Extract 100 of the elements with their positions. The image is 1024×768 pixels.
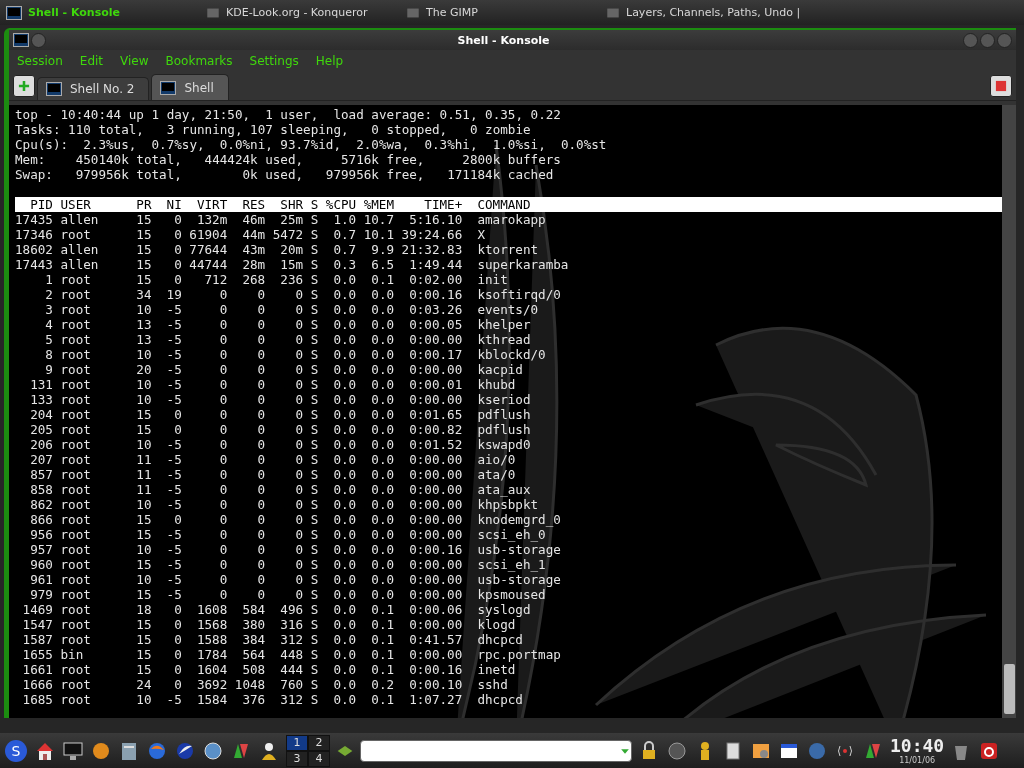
table-cell-text: 0.0 bbox=[370, 347, 395, 362]
table-cell-text: -5 bbox=[165, 362, 182, 377]
table-cell-text: 0 bbox=[173, 407, 182, 422]
table-cell-text: 1048 bbox=[233, 677, 266, 692]
table-cell-text: 1584 bbox=[195, 692, 228, 707]
table-cell-text: 0.0 bbox=[332, 632, 357, 647]
table-cell-text: 0 bbox=[294, 377, 304, 392]
table-cell-text: 204 bbox=[29, 407, 53, 422]
taskbar-task[interactable]: Layers, Channels, Paths, Undo | bbox=[606, 5, 806, 20]
table-cell-text: 957 bbox=[29, 542, 53, 557]
table-cell-text: 0.1 bbox=[370, 692, 395, 707]
desktop-button[interactable]: 2 bbox=[308, 734, 330, 751]
table-cell-text: 0.0 bbox=[370, 422, 395, 437]
table-cell-text: 0 bbox=[294, 482, 304, 497]
table-cell-text: 0.0 bbox=[370, 482, 395, 497]
new-tab-button[interactable] bbox=[13, 75, 35, 97]
table-cell-text: 0 bbox=[294, 422, 304, 437]
globe-icon[interactable] bbox=[202, 739, 224, 762]
table-cell: 15 bbox=[136, 227, 152, 242]
monitor-icon[interactable] bbox=[62, 739, 84, 762]
table-cell-text: -5 bbox=[165, 467, 182, 482]
command-field[interactable] bbox=[360, 739, 632, 762]
menu-item[interactable]: View bbox=[120, 54, 149, 68]
table-cell-text: S bbox=[309, 587, 319, 602]
table-cell-text: 0:00.06 bbox=[408, 602, 463, 617]
table-cell-text: ata/0 bbox=[476, 467, 517, 482]
table-cell-text: amarokapp bbox=[476, 212, 547, 227]
table-cell-text: kacpid bbox=[476, 362, 524, 377]
table-cell-text: bin bbox=[59, 647, 85, 662]
menu-item[interactable]: Help bbox=[315, 54, 344, 68]
table-cell-text: kpsmoused bbox=[476, 587, 547, 602]
menu-item[interactable]: Edit bbox=[79, 54, 104, 68]
table-cell-text: 9.9 bbox=[370, 242, 395, 257]
table-cell-text: 3692 bbox=[195, 677, 228, 692]
table-cell-text: 0:00.16 bbox=[408, 662, 463, 677]
table-cell-text: S bbox=[309, 242, 319, 257]
table-cell-text: klogd bbox=[476, 617, 517, 632]
table-cell-text: 0 bbox=[256, 302, 266, 317]
taskbar-task[interactable]: Shell - Konsole bbox=[6, 5, 206, 20]
table-cell-text: 956 bbox=[29, 527, 53, 542]
table-cell-text: rpc.portmap bbox=[476, 647, 562, 662]
start-button[interactable]: S bbox=[4, 738, 28, 763]
table-cell-text: root bbox=[59, 632, 92, 647]
table-cell: 18602 bbox=[15, 242, 53, 257]
menu-item[interactable]: Bookmarks bbox=[165, 54, 233, 68]
table-cell-text: S bbox=[309, 317, 319, 332]
table-cell-text: 9 bbox=[44, 362, 53, 377]
taskbar-task[interactable]: The GIMP bbox=[406, 5, 606, 20]
table-cell-text: aio/0 bbox=[476, 452, 517, 467]
table-cell-text: 0 bbox=[294, 587, 304, 602]
table-cell-text: root bbox=[59, 662, 92, 677]
table-cell: 13 bbox=[136, 317, 152, 332]
scrollbar[interactable] bbox=[1002, 105, 1016, 718]
close-tab-button[interactable] bbox=[990, 75, 1012, 97]
table-cell-text: S bbox=[309, 632, 319, 647]
table-cell-text: S bbox=[309, 602, 319, 617]
tab[interactable]: Shell bbox=[151, 74, 229, 100]
table-cell-text: 0 bbox=[218, 527, 228, 542]
table-cell-text: 979 bbox=[29, 587, 53, 602]
table-cell-text: -5 bbox=[165, 542, 182, 557]
table-cell-text: root bbox=[59, 527, 92, 542]
table-cell-text: 0:00.00 bbox=[408, 497, 463, 512]
table-cell-text: 10.1 bbox=[362, 227, 395, 242]
summary-line: Mem: 450140k total, 444424k used, 5716k free, 2800k buffers bbox=[15, 152, 562, 167]
table-cell-text: 132m bbox=[195, 212, 228, 227]
column-header: S bbox=[309, 197, 319, 212]
table-cell-text: allen bbox=[59, 212, 100, 227]
table-cell-text: 0.0 bbox=[370, 512, 395, 527]
table-cell: 15 bbox=[136, 242, 152, 257]
table-cell-text: 857 bbox=[29, 467, 53, 482]
table-cell-text: 8 bbox=[44, 347, 53, 362]
table-cell-text: 0.7 bbox=[332, 227, 357, 242]
table-cell-text: 0:00.16 bbox=[408, 287, 463, 302]
column-header: SHR bbox=[279, 197, 304, 212]
table-cell-text: S bbox=[309, 377, 319, 392]
table-cell-text: 0.0 bbox=[332, 497, 357, 512]
table-cell-text: 0:00.00 bbox=[408, 392, 463, 407]
table-cell-text: 0 bbox=[294, 542, 304, 557]
desktop-button[interactable]: 1 bbox=[286, 734, 308, 751]
table-cell-text: 0 bbox=[218, 497, 228, 512]
table-cell-text: S bbox=[309, 407, 319, 422]
table-cell: 15 bbox=[136, 647, 152, 662]
menu-item[interactable]: Settings bbox=[249, 54, 299, 68]
table-cell-text: 0 bbox=[218, 392, 228, 407]
table-cell-text: -5 bbox=[165, 557, 182, 572]
table-cell: 15 bbox=[136, 422, 152, 437]
table-cell-text: root bbox=[59, 617, 92, 632]
table-cell-text: 1587 bbox=[21, 632, 53, 647]
table-cell-text: 496 bbox=[279, 602, 304, 617]
taskbar-task[interactable]: KDE-Look.org - Konqueror bbox=[206, 5, 406, 20]
table-cell-text: 0:00.00 bbox=[408, 527, 463, 542]
tab[interactable]: Shell No. 2 bbox=[37, 77, 150, 100]
table-cell-text: 133 bbox=[29, 392, 53, 407]
table-cell-text: root bbox=[59, 572, 92, 587]
table-cell: 15 bbox=[136, 557, 152, 572]
menu-item[interactable]: Session bbox=[17, 54, 63, 68]
table-cell-text: 0:00.00 bbox=[408, 482, 463, 497]
table-cell-text: 0:01.65 bbox=[408, 407, 463, 422]
table-cell-text: 858 bbox=[29, 482, 53, 497]
table-cell-text: knodemgrd_0 bbox=[476, 512, 562, 527]
